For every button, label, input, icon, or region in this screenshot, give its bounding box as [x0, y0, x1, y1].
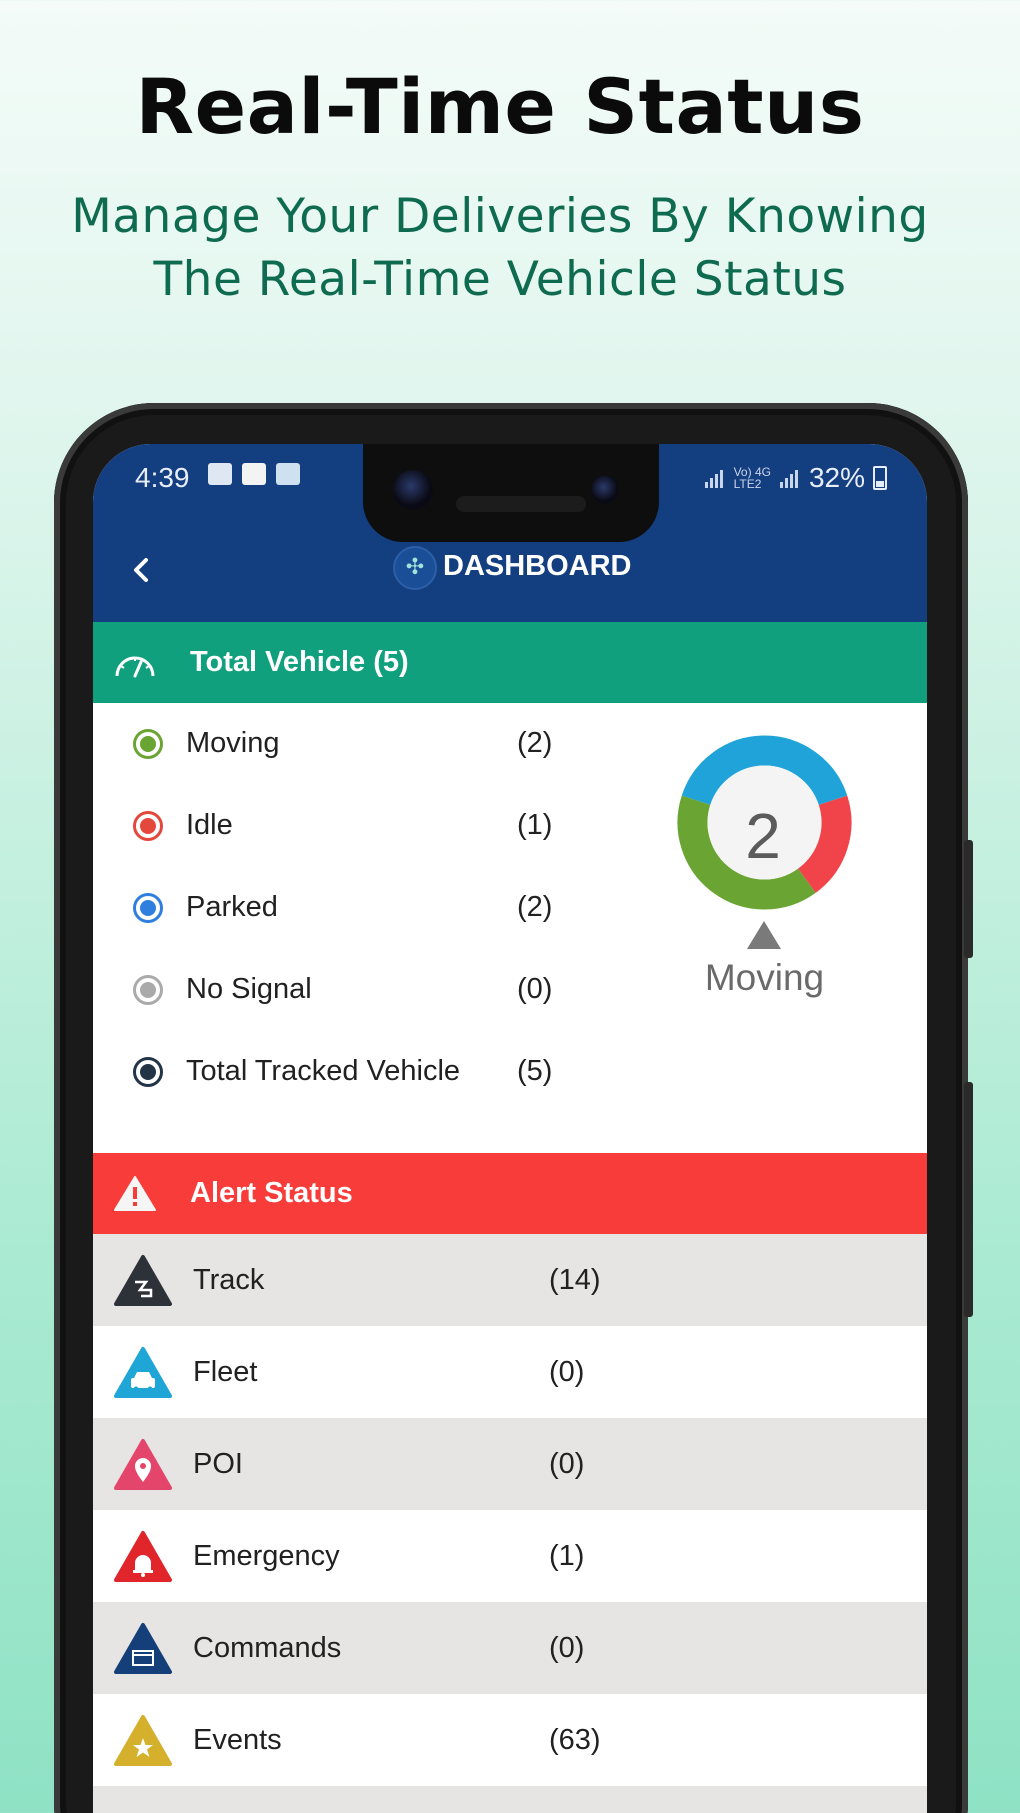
total-vehicle-label: Total Vehicle (5): [190, 646, 409, 678]
track-icon: [114, 1255, 172, 1306]
status-label: Parked: [186, 891, 278, 923]
alert-label: Commands: [193, 1632, 342, 1664]
alert-row-fleet[interactable]: Fleet (0): [93, 1326, 927, 1418]
status-label: No Signal: [186, 973, 312, 1005]
earpiece-speaker: [456, 496, 586, 512]
subheadline: Manage Your Deliveries By Knowing The Re…: [0, 185, 1000, 311]
app-logo-icon: ✣: [393, 546, 437, 590]
signal-icon-2: [779, 470, 798, 488]
alert-row-track[interactable]: Track (14): [93, 1234, 927, 1326]
moving-donut-chart[interactable]: 2 Moving: [673, 731, 873, 1021]
image-icon: [208, 463, 232, 485]
alert-label: Emergency: [193, 1540, 340, 1572]
bell-icon: [114, 1531, 172, 1582]
status-count: (0): [517, 973, 553, 1005]
alert-status-header[interactable]: Alert Status: [93, 1153, 927, 1234]
alert-count: (0): [549, 1356, 585, 1388]
alert-list: Track (14) Fleet (0) POI (0) Emergency (…: [93, 1234, 927, 1813]
alert-row-partial: [93, 1786, 927, 1813]
battery-icon: [873, 466, 887, 490]
status-item-no-signal[interactable]: No Signal (0): [93, 949, 693, 1031]
alert-row-events[interactable]: Events (63): [93, 1694, 927, 1786]
alert-row-poi[interactable]: POI (0): [93, 1418, 927, 1510]
donut-caption: Moving: [704, 957, 825, 998]
no-signal-status-dot: [133, 975, 163, 1005]
notification-icons: [208, 463, 300, 485]
alert-status-label: Alert Status: [190, 1177, 353, 1209]
alert-label: Events: [193, 1724, 282, 1756]
idle-status-dot: [133, 811, 163, 841]
star-icon: [114, 1715, 172, 1766]
alert-label: POI: [193, 1448, 243, 1480]
alert-count: (14): [549, 1264, 601, 1296]
sensor-icon: [591, 476, 619, 504]
alert-row-emergency[interactable]: Emergency (1): [93, 1510, 927, 1602]
status-label: Total Tracked Vehicle: [186, 1055, 461, 1087]
app-bar: 4:39 Vo) 4G LTE2 32% ✣ DASHBOARD: [93, 444, 927, 622]
chevron-left-icon: [134, 558, 148, 582]
location-app-icon: [242, 463, 266, 485]
alert-count: (1): [549, 1540, 585, 1572]
terminal-icon: [114, 1623, 172, 1674]
speedometer-icon: [115, 656, 155, 678]
parked-status-dot: [133, 893, 163, 923]
alert-count: (63): [549, 1724, 601, 1756]
status-item-total-tracked[interactable]: Total Tracked Vehicle (5): [93, 1031, 693, 1113]
camera-notch: [363, 444, 659, 542]
car-icon: [114, 1347, 172, 1398]
status-time: 4:39: [135, 462, 190, 493]
status-item-moving[interactable]: Moving (2): [93, 703, 693, 785]
status-label: Idle: [186, 809, 233, 841]
status-right: Vo) 4G LTE2 32%: [704, 462, 887, 494]
donut-center-value: 2: [745, 800, 781, 872]
status-label: Moving: [186, 727, 280, 759]
alert-count: (0): [549, 1632, 585, 1664]
phone-side-button-top: [964, 840, 973, 958]
alert-label: Track: [193, 1264, 265, 1296]
page-title: DASHBOARD: [443, 550, 632, 582]
status-count: (2): [517, 891, 553, 923]
back-button[interactable]: [121, 550, 161, 590]
subheadline-line-2: The Real-Time Vehicle Status: [153, 252, 847, 307]
status-item-parked[interactable]: Parked (2): [93, 867, 693, 949]
total-vehicle-header[interactable]: Total Vehicle (5): [93, 622, 927, 703]
app-notification-icon: [276, 463, 300, 485]
phone-side-button-bottom: [964, 1082, 973, 1317]
status-item-idle[interactable]: Idle (1): [93, 785, 693, 867]
signal-icon: [704, 470, 723, 488]
network-type-bottom: LTE2: [733, 477, 762, 491]
status-count: (2): [517, 727, 553, 759]
alert-count: (0): [549, 1448, 585, 1480]
warning-icon: [114, 1176, 156, 1211]
triangle-up-icon: [747, 921, 781, 949]
pin-icon: [114, 1439, 172, 1490]
moving-status-dot: [133, 729, 163, 759]
alert-row-commands[interactable]: Commands (0): [93, 1602, 927, 1694]
total-tracked-status-dot: [133, 1057, 163, 1087]
headline: Real-Time Status: [135, 62, 865, 151]
network-type: Vo) 4G LTE2: [734, 466, 771, 490]
front-camera-icon: [393, 470, 433, 510]
battery-percent: 32%: [808, 462, 865, 493]
phone-screen: 4:39 Vo) 4G LTE2 32% ✣ DASHBOARD Total V…: [93, 444, 927, 1813]
alert-label: Fleet: [193, 1356, 258, 1388]
status-count: (5): [517, 1055, 553, 1087]
subheadline-line-1: Manage Your Deliveries By Knowing: [71, 189, 929, 244]
status-count: (1): [517, 809, 553, 841]
